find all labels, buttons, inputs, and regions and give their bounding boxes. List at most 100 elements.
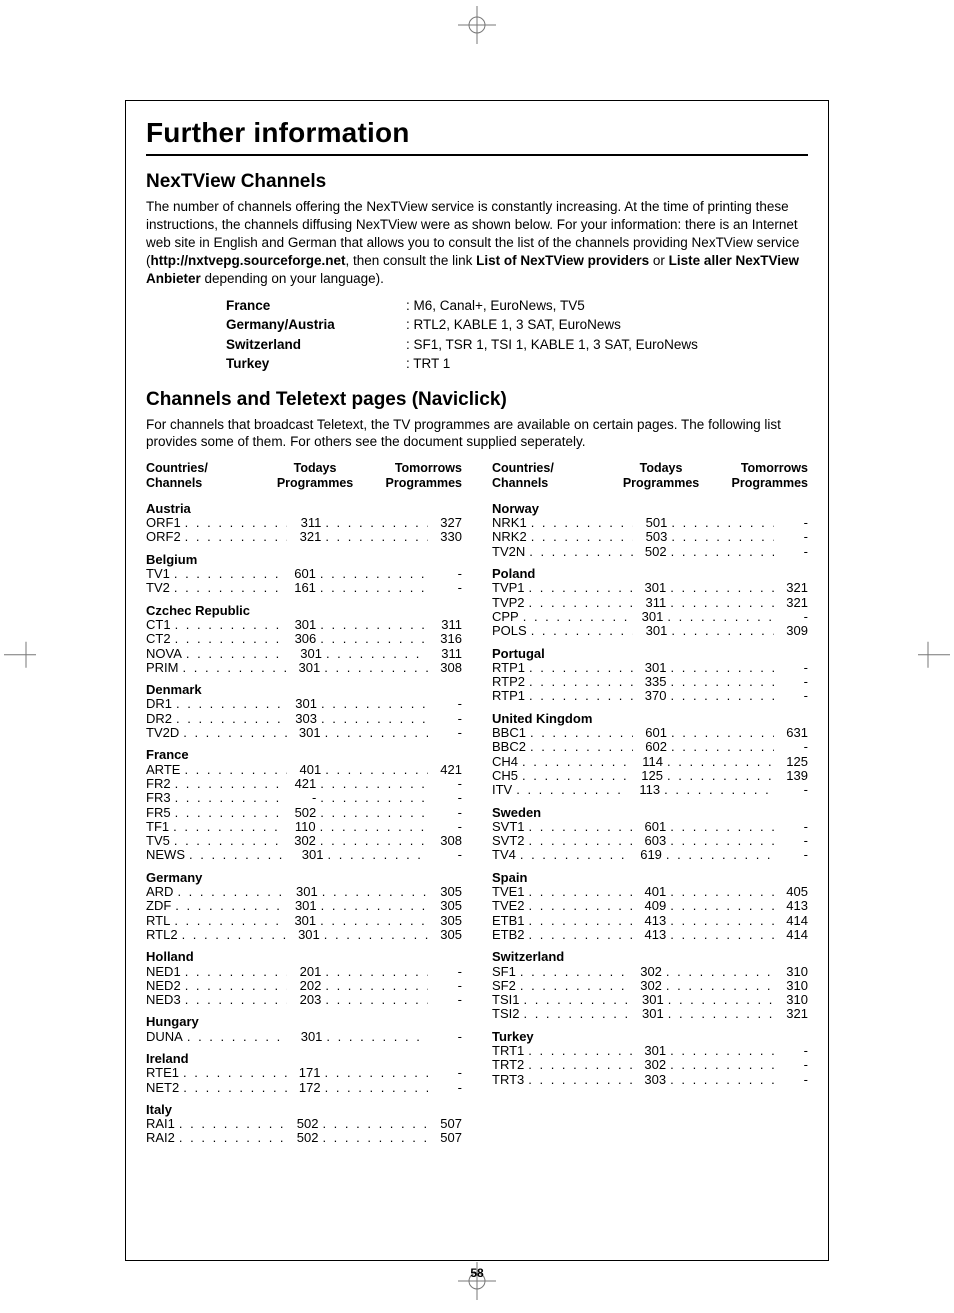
column-right: Countries/Channels TodaysProgrammes Tomo… [492,461,808,1146]
title-rule [146,154,808,156]
tomorrows-value: 321 [774,596,808,610]
country-heading: Hungary [146,1015,462,1029]
todays-value: 301 [282,618,320,632]
leader-dots [667,610,774,624]
leader-dots [529,899,633,913]
todays-value: 301 [630,993,668,1007]
leader-dots [670,914,774,928]
country-heading: Germany [146,871,462,885]
channel-row: BBC1601631 [492,726,808,740]
todays-value: 306 [282,632,320,646]
country-heading: Switzerland [492,950,808,964]
todays-value: 201 [287,965,325,979]
channel-name: CT2 [146,632,175,646]
leader-dots [670,928,774,942]
channel-row: RTP1370- [492,689,808,703]
channel-name: CT1 [146,618,175,632]
page-title: Further information [146,115,808,150]
tomorrows-value: 507 [428,1117,462,1131]
leader-dots [320,914,428,928]
country-heading: Austria [146,502,462,516]
leader-dots [176,697,283,711]
channel-row: RTE1171- [146,1066,462,1080]
country-heading: Portugal [492,647,808,661]
channel-name: SF1 [492,965,520,979]
leader-dots [531,516,634,530]
channel-row: TRT2302- [492,1058,808,1072]
todays-value: 301 [288,647,326,661]
todays-value: 321 [287,530,325,544]
tomorrows-value: 631 [774,726,808,740]
channel-row: DR1301- [146,697,462,711]
leader-dots [671,726,774,740]
leader-dots [174,581,282,595]
channel-name: CH5 [492,769,522,783]
channel-name: ITV [492,783,516,797]
channel-name: TVP2 [492,596,529,610]
channel-name: TV4 [492,848,520,862]
leader-dots [325,993,428,1007]
todays-value: 502 [633,545,671,559]
channel-name: NET2 [146,1081,183,1095]
leader-dots [529,928,633,942]
tomorrows-value: - [428,993,462,1007]
leader-dots [320,567,428,581]
todays-value: 501 [633,516,671,530]
leader-dots [529,914,633,928]
channel-row: RTL2301305 [146,928,462,942]
channel-name: RAI1 [146,1117,179,1131]
register-mark-left-icon [4,637,36,676]
tomorrows-value: 308 [428,661,462,675]
channel-name: RTP2 [492,675,529,689]
todays-value: 171 [287,1066,325,1080]
leader-dots [325,1081,428,1095]
leader-dots [175,777,283,791]
leader-dots [523,1007,629,1021]
tomorrows-value: - [428,581,462,595]
country-heading: Norway [492,502,808,516]
channel-row: TV4619- [492,848,808,862]
channel-row: ORF2321330 [146,530,462,544]
tomorrows-value: - [774,1073,808,1087]
channel-row: TRT3303- [492,1073,808,1087]
provider-country: Turkey [226,354,396,374]
channel-row: RTL301305 [146,914,462,928]
leader-dots [668,1007,774,1021]
provider-channels: : TRT 1 [406,354,450,374]
content-frame: Further information NexTView Channels Th… [125,100,829,1261]
channel-name: TV2N [492,545,529,559]
leader-dots [666,965,774,979]
leader-dots [175,899,282,913]
tomorrows-value: 310 [774,993,808,1007]
para-text-tail: , then consult the link [346,253,477,268]
channel-row: TV5302308 [146,834,462,848]
leader-dots [516,783,626,797]
channel-row: TVP1301321 [492,581,808,595]
th-tomorrows: Tomorrows [741,461,808,475]
leader-dots [529,820,633,834]
leader-dots [177,885,283,899]
country-heading: Ireland [146,1052,462,1066]
leader-dots [670,834,774,848]
channel-name: DR2 [146,712,176,726]
todays-value: 619 [628,848,666,862]
channel-name: BBC2 [492,740,530,754]
channel-row: DR2303- [146,712,462,726]
todays-value: 203 [287,993,325,1007]
leader-dots [175,632,283,646]
leader-dots [529,689,633,703]
todays-value: 172 [287,1081,325,1095]
leader-dots [184,763,287,777]
leader-dots [666,979,774,993]
channel-row: NOVA301311 [146,647,462,661]
tomorrows-value: 310 [774,979,808,993]
tomorrows-value: 308 [428,834,462,848]
leader-dots [324,661,428,675]
tomorrows-value: 305 [428,885,462,899]
channel-row: RTP1301- [492,661,808,675]
leader-dots [670,899,774,913]
tomorrows-value: 414 [774,914,808,928]
todays-value: 125 [629,769,667,783]
leader-dots [529,581,633,595]
th-programmes1: Programmes [277,476,353,490]
